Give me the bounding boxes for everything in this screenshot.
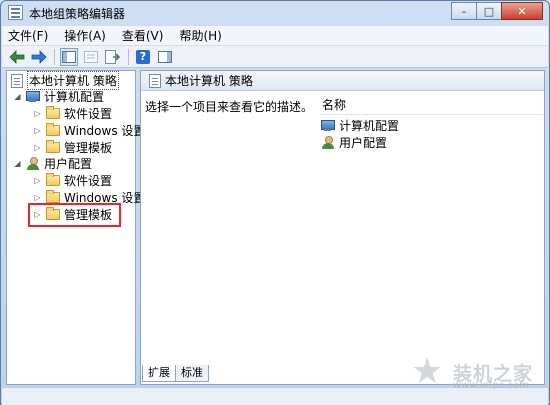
show-hide-action-pane-button[interactable] [156,48,174,66]
tree-label: Windows 设置 [64,124,146,138]
collapse-arrow-icon[interactable]: ◢ [13,159,22,168]
details-header-title: 本地计算机 策略 [165,74,253,88]
toolbar: ? [2,46,548,68]
list-item-label: 用户配置 [339,136,388,150]
tree-item-user-software[interactable]: ▷ 软件设置 [33,172,112,189]
user-icon [26,157,40,170]
menu-file[interactable]: 文件(F) [8,27,48,44]
tree-item-user-config[interactable]: ◢ 用户配置 [13,155,92,172]
export-list-button[interactable] [104,48,122,66]
tree-label: 用户配置 [44,157,93,171]
expand-arrow-icon[interactable]: ▷ [33,193,42,202]
tree-item-computer-windows[interactable]: ▷ Windows 设置 [33,122,145,139]
maximize-button[interactable]: □ [476,2,502,20]
app-window: 本地组策略编辑器 – □ ✕ 文件(F) 操作(A) 查看(V) 帮助(H) ?… [0,0,550,405]
list-item[interactable]: 计算机配置 [321,117,399,134]
tree-item-computer-software[interactable]: ▷ 软件设置 [33,105,112,122]
column-header-name[interactable]: 名称 [319,96,543,115]
highlight-box [28,203,121,227]
expand-arrow-icon[interactable]: ▷ [33,126,42,135]
expand-arrow-icon[interactable]: ▷ [33,176,42,185]
expand-arrow-icon[interactable]: ▷ [33,109,42,118]
properties-icon [84,50,98,63]
title-bar: 本地组策略编辑器 – □ ✕ [1,1,549,25]
folder-icon [46,106,60,119]
computer-icon [321,119,335,132]
tab-standard[interactable]: 标准 [175,365,209,382]
forward-button[interactable] [30,48,48,66]
folder-icon [46,173,60,186]
tree-label: 软件设置 [64,174,113,188]
help-button[interactable]: ? [134,48,152,66]
folder-icon [46,123,60,136]
computer-icon [26,90,40,103]
policy-icon [11,73,23,88]
toolbar-separator [128,48,129,65]
window-title: 本地组策略编辑器 [29,7,126,21]
window-controls: – □ ✕ [451,2,543,20]
menu-action[interactable]: 操作(A) [64,27,106,44]
tab-extended[interactable]: 扩展 [142,365,176,382]
menu-bar: 文件(F) 操作(A) 查看(V) 帮助(H) [2,26,548,46]
menu-view[interactable]: 查看(V) [122,27,164,44]
tree-pane: 本地计算机 策略 ◢ 计算机配置 ▷ 软件设置 ▷ Windows 设置 ▷ 管… [6,70,145,385]
forward-arrow-icon [31,49,47,64]
tree-label: 计算机配置 [44,90,105,104]
toolbar-separator [54,48,55,65]
user-icon [321,136,335,149]
description-text: 选择一个项目来查看它的描述。 [145,100,314,114]
collapse-arrow-icon[interactable]: ◢ [13,92,22,101]
export-list-icon [105,49,121,64]
tree-label: 管理模板 [64,141,113,155]
list-item-label: 计算机配置 [339,119,400,133]
star-logo-icon: ★ [410,351,444,392]
tree-label: 软件设置 [64,107,113,121]
watermark-url: www.lotpc.com [453,380,529,391]
tree-root[interactable]: 本地计算机 策略 [11,71,119,90]
tree-item-computer-templates[interactable]: ▷ 管理模板 [33,139,112,156]
folder-icon [46,140,60,153]
help-icon: ? [136,49,150,64]
show-hide-action-pane-icon [158,50,172,63]
menu-help[interactable]: 帮助(H) [179,27,221,44]
close-button[interactable]: ✕ [501,2,543,20]
details-header: 本地计算机 策略 [141,71,544,91]
tree-item-computer-config[interactable]: ◢ 计算机配置 [13,88,104,105]
minimize-button[interactable]: – [451,2,477,20]
folder-icon [46,190,60,203]
app-icon [8,5,23,20]
details-pane: 本地计算机 策略 选择一个项目来查看它的描述。 名称 计算机配置 用户配置 [140,70,545,385]
back-button[interactable] [8,48,26,66]
list-item[interactable]: 用户配置 [321,134,387,151]
policy-icon [149,73,161,88]
view-tabs: 扩展 标准 [142,365,209,382]
expand-arrow-icon[interactable]: ▷ [33,143,42,152]
properties-button[interactable] [82,48,100,66]
back-arrow-icon [9,49,25,64]
show-hide-tree-icon [62,50,76,63]
show-hide-tree-button[interactable] [60,47,78,66]
